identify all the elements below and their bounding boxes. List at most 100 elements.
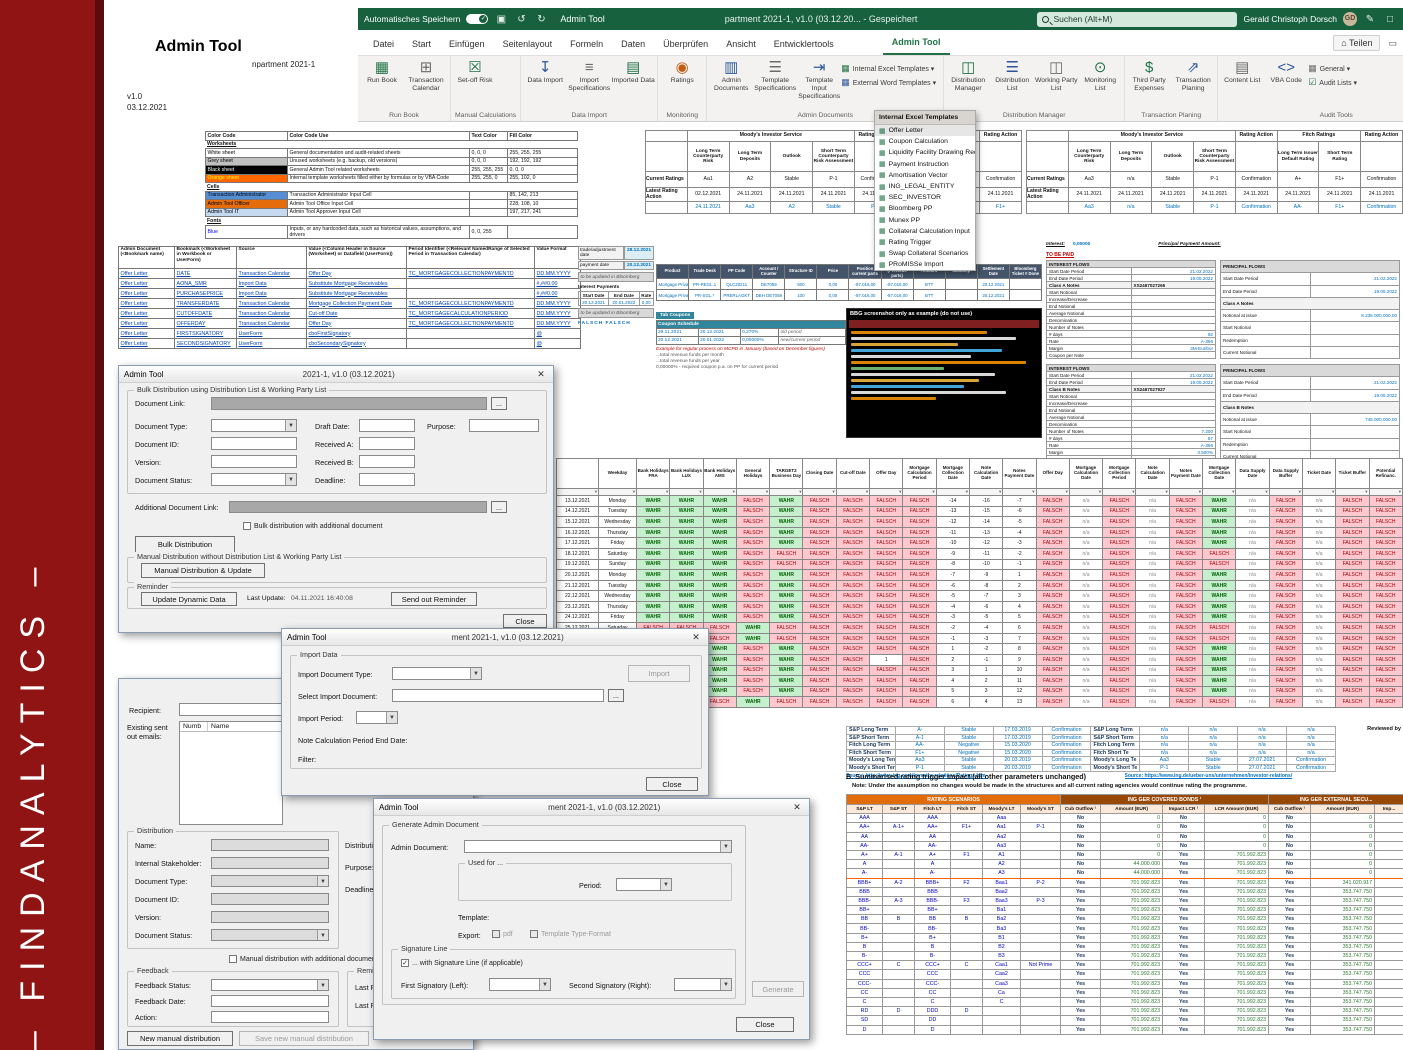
ribbon-button-external-word-templates-[interactable]: ▦External Word Templates ▾ — [841, 77, 941, 88]
menu-item-liquidity-facility-drawing-request[interactable]: ▦Liquidity Facility Drawing Request — [875, 147, 975, 158]
menu-item-coupon-calculation[interactable]: ▦Coupon Calculation — [875, 136, 975, 147]
autosave-toggle[interactable]: ✓ — [466, 14, 488, 24]
filter-dropdown-icon[interactable]: ▾ — [1169, 489, 1202, 496]
action-field[interactable] — [211, 1011, 329, 1023]
ribbon-button-data-import[interactable]: ↧Data Import — [523, 58, 567, 85]
filter-dropdown-icon[interactable]: ▾ — [1302, 489, 1335, 496]
filter-dropdown-icon[interactable]: ▾ — [1269, 489, 1302, 496]
menu-item-munex-pp[interactable]: ▦Munex PP — [875, 215, 975, 226]
filter-dropdown-icon[interactable]: ▾ — [1136, 489, 1169, 496]
manual-distribution-button[interactable]: Manual Distribution & Update — [141, 563, 265, 578]
document-status-select[interactable]: ▼ — [211, 929, 329, 941]
first-signatory-select[interactable]: ▼ — [489, 978, 551, 991]
ribbon-button-transaction-planing[interactable]: ⇗Transaction Planing — [1171, 58, 1215, 93]
comments-icon[interactable]: ▭ — [1388, 38, 1397, 49]
filter-dropdown-icon[interactable]: ▾ — [1036, 489, 1069, 496]
select-import-field[interactable] — [392, 689, 604, 702]
close-button[interactable]: Close — [646, 777, 698, 791]
ribbon-button-imported-data[interactable]: ▤Imported Data — [611, 58, 655, 85]
filter-dropdown-icon[interactable]: ▾ — [1203, 489, 1236, 496]
new-manual-distribution-button[interactable]: New manual distribution — [127, 1031, 233, 1046]
signature-checkbox[interactable]: ✓... with Signature Line (if applicable) — [401, 959, 523, 967]
existing-emails-list[interactable]: NumbName — [179, 721, 283, 825]
filter-dropdown-icon[interactable]: ▾ — [637, 489, 670, 496]
ribbon-tab-daten[interactable]: Daten — [612, 34, 654, 55]
ribbon-tab-einfügen[interactable]: Einfügen — [440, 34, 494, 55]
filter-dropdown-icon[interactable]: ▾ — [599, 489, 637, 496]
menu-item-swap-collateral-scenarios[interactable]: ▦Swap Collateral Scenarios — [875, 248, 975, 259]
ribbon-button-admin-documents[interactable]: ▥Admin Documents — [709, 58, 753, 93]
ribbon-tab-seitenlayout[interactable]: Seitenlayout — [494, 34, 562, 55]
search-input[interactable]: Suchen (Alt+M) — [1037, 12, 1237, 27]
menu-item-bloomberg-pp[interactable]: ▦Bloomberg PP — [875, 203, 975, 214]
document-type-select[interactable]: ▼ — [211, 875, 329, 887]
filter-dropdown-icon[interactable]: ▾ — [870, 489, 903, 496]
ribbon-tab-datei[interactable]: Datei — [364, 34, 403, 55]
ribbon-tab-admin-tool[interactable]: Admin Tool — [883, 32, 950, 55]
pen-icon[interactable]: ✎ — [1363, 14, 1377, 25]
ribbon-button-template-input-specifications[interactable]: ⇥Template Input Specifications — [797, 58, 841, 100]
dialog-titlebar[interactable]: Admin Tool ment 2021-1, v1.0 (03.12.2021… — [282, 629, 708, 646]
filter-dropdown-icon[interactable]: ▾ — [703, 489, 736, 496]
dialog-titlebar[interactable]: Admin Tool 2021-1, v1.0 (03.12.2021) ✕ — [119, 366, 553, 383]
purpose-field[interactable] — [469, 419, 539, 432]
filter-dropdown-icon[interactable]: ▾ — [803, 489, 836, 496]
ribbon-button-working-party-list[interactable]: ◫Working Party List — [1034, 58, 1078, 93]
send-reminder-button[interactable]: Send out Reminder — [391, 592, 477, 606]
version-field[interactable] — [211, 911, 329, 923]
additional-link-field[interactable] — [229, 501, 487, 513]
ribbon-tab-entwicklertools[interactable]: Entwicklertools — [765, 34, 843, 55]
share-button[interactable]: ⌂ Teilen — [1333, 35, 1380, 51]
ribbon-tab-formeln[interactable]: Formeln — [561, 34, 612, 55]
filter-dropdown-icon[interactable]: ▾ — [969, 489, 1002, 496]
ribbon-button-internal-excel-templates-[interactable]: ▦Internal Excel Templates ▾ — [841, 63, 941, 74]
ribbon-button-distribution-list[interactable]: ☰Distribution List — [990, 58, 1034, 93]
filter-dropdown-icon[interactable]: ▾ — [1069, 489, 1102, 496]
draft-date-field[interactable] — [359, 419, 415, 432]
menu-item-sec-investor[interactable]: ▦SEC_INVESTOR — [875, 192, 975, 203]
filter-dropdown-icon[interactable]: ▾ — [557, 489, 599, 496]
filter-dropdown-icon[interactable]: ▾ — [1103, 489, 1136, 496]
menu-item-collateral-calculation-input[interactable]: ▦Collateral Calculation Input — [875, 226, 975, 237]
ribbon-tab-start[interactable]: Start — [403, 34, 440, 55]
menu-item-rating-trigger[interactable]: ▦Rating Trigger — [875, 237, 975, 248]
filter-dropdown-icon[interactable]: ▾ — [1003, 489, 1036, 496]
ribbon-button-ratings[interactable]: ◉Ratings — [660, 58, 704, 85]
close-button[interactable]: Close — [503, 614, 547, 628]
bulk-additional-checkbox[interactable]: Bulk distribution with additional docume… — [243, 522, 382, 530]
dialog-titlebar[interactable]: Admin Tool ment 2021-1, v1.0 (03.12.2021… — [374, 799, 809, 816]
filter-dropdown-icon[interactable]: ▾ — [1336, 489, 1369, 496]
feedback-date-field[interactable] — [211, 995, 329, 1007]
generate-button[interactable]: Generate — [752, 981, 804, 997]
redo-icon[interactable]: ↻ — [534, 14, 548, 25]
source-link-right[interactable]: Source: https://www.ing.de/ueber-uns/unt… — [1125, 773, 1403, 779]
update-dynamic-data-button[interactable]: Update Dynamic Data — [141, 592, 237, 606]
ribbon-button-distribution-manager[interactable]: ◫Distribution Manager — [946, 58, 990, 93]
admin-document-select[interactable]: ▼ — [464, 840, 732, 853]
stakeholder-field[interactable] — [211, 857, 329, 869]
ribbon-button-set-off-risk[interactable]: ☒Set-off Risk — [453, 58, 497, 85]
name-field[interactable] — [211, 839, 329, 851]
menu-item-payment-instruction[interactable]: ▦Payment Instruction — [875, 159, 975, 170]
ribbon-button-monitoring-list[interactable]: ⊙Monitoring List — [1078, 58, 1122, 93]
filter-dropdown-icon[interactable]: ▾ — [770, 489, 803, 496]
browse-button[interactable]: ... — [608, 689, 624, 702]
ribbon-tab-überprüfen[interactable]: Überprüfen — [654, 34, 717, 55]
document-id-field[interactable] — [211, 437, 297, 450]
document-type-select[interactable]: ▼ — [211, 419, 297, 432]
ribbon-tab-ansicht[interactable]: Ansicht — [717, 34, 765, 55]
save-manual-distribution-button[interactable]: Save new manual distribution — [239, 1031, 369, 1046]
document-status-select[interactable]: ▼ — [211, 473, 297, 486]
bulk-distribution-button[interactable]: Bulk Distribution — [135, 536, 235, 553]
import-button[interactable]: Import — [628, 665, 690, 682]
ribbon-button-third-party-expenses[interactable]: $Third Party Expenses — [1127, 58, 1171, 93]
menu-anchor[interactable]: Internal Excel Templates — [875, 111, 975, 125]
filter-dropdown-icon[interactable]: ▾ — [736, 489, 769, 496]
ribbon-button-vba-code[interactable]: <>VBA Code — [1264, 58, 1308, 85]
filter-dropdown-icon[interactable]: ▾ — [670, 489, 703, 496]
filter-dropdown-icon[interactable]: ▾ — [936, 489, 969, 496]
feedback-status-select[interactable]: ▼ — [211, 979, 329, 991]
menu-item-ing-legal-entity[interactable]: ▦ING_LEGAL_ENTITY — [875, 181, 975, 192]
manual-additional-checkbox[interactable]: Manual distribution with additional docu… — [229, 955, 378, 963]
document-link-field[interactable] — [211, 397, 487, 410]
